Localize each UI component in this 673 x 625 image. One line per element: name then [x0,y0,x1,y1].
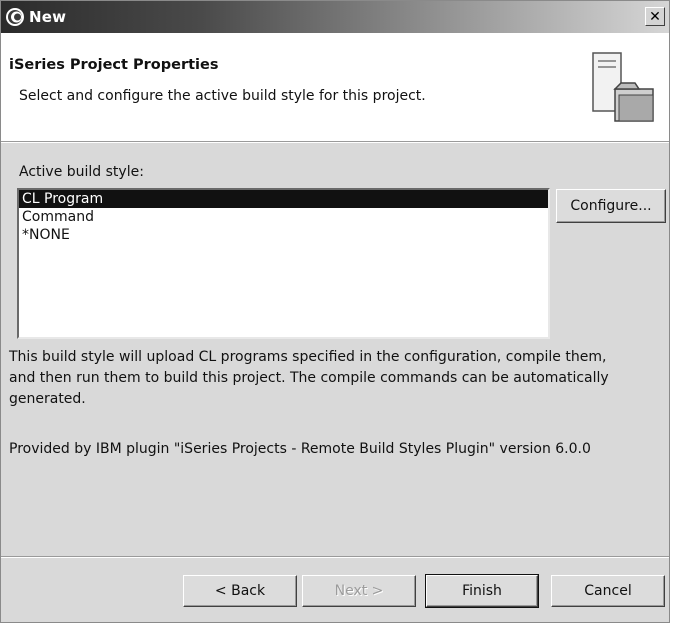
cancel-button[interactable]: Cancel [551,575,665,607]
close-icon: ✕ [649,8,661,25]
description-line-1: This build style will upload CL programs… [9,349,607,365]
project-wizard-icon [592,52,654,122]
list-item-cl-program[interactable]: CL Program [19,190,548,208]
header-divider [1,142,669,143]
eclipse-icon [6,8,24,26]
window-title: New [29,8,67,26]
finish-button[interactable]: Finish [425,574,539,608]
build-style-list[interactable]: CL Program Command *NONE [17,188,550,339]
active-build-style-label: Active build style: [19,164,144,180]
close-button[interactable]: ✕ [645,7,665,26]
back-button[interactable]: < Back [183,575,297,607]
page-description: Select and configure the active build st… [19,88,426,104]
build-style-description: This build style will upload CL programs… [9,347,664,410]
button-bar-divider [1,556,669,558]
configure-button[interactable]: Configure... [556,189,666,223]
next-button[interactable]: Next > [302,575,416,607]
description-line-3: generated. [9,391,86,407]
list-item-none[interactable]: *NONE [19,226,548,244]
new-project-dialog: New ✕ iSeries Project Properties Select … [0,0,670,623]
page-title: iSeries Project Properties [9,57,219,73]
description-line-2: and then run them to build this project.… [9,370,609,386]
wizard-header: iSeries Project Properties Select and co… [1,33,669,142]
list-item-command[interactable]: Command [19,208,548,226]
title-bar[interactable]: New ✕ [1,1,669,33]
provided-by-text: Provided by IBM plugin "iSeries Projects… [9,441,591,457]
